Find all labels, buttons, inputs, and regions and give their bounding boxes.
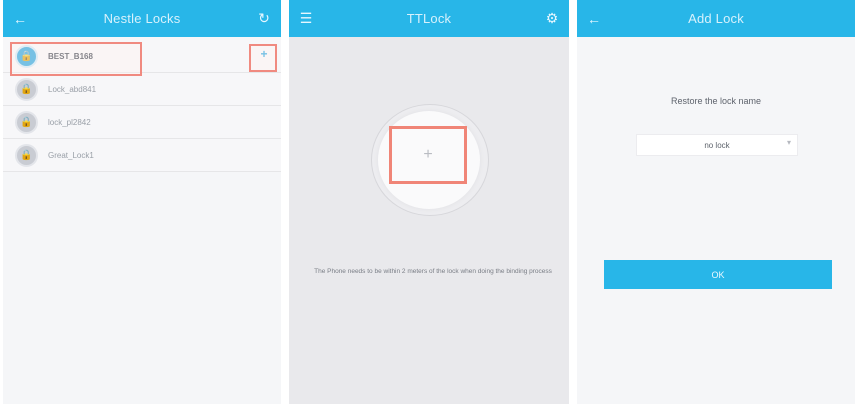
highlight-device <box>10 42 142 76</box>
device-name: Great_Lock1 <box>48 150 94 160</box>
page-title: Add Lock <box>688 11 744 26</box>
lock-icon: 🔒 <box>15 110 38 134</box>
top-bar: ☰ TTLock ⚙ <box>289 0 569 37</box>
page-title: Nestle Locks <box>103 11 181 26</box>
binding-hint: The Phone needs to be within 2 meters of… <box>314 268 552 275</box>
prompt-text: Restore the lock name <box>670 96 762 106</box>
list-item[interactable]: 🔒 Lock_abd841 <box>3 73 281 106</box>
ttlock-home-screen: ☰ TTLock ⚙ + The Phone needs to be withi… <box>289 0 569 404</box>
list-item[interactable]: 🔒 lock_pl2842 <box>3 106 281 139</box>
select-value: no lock <box>704 140 730 150</box>
menu-icon[interactable]: ☰ <box>291 0 321 37</box>
add-lock-button[interactable]: + <box>389 126 467 184</box>
list-item[interactable]: 🔒 Great_Lock1 <box>3 139 281 172</box>
back-arrow-icon[interactable]: ← <box>579 0 609 37</box>
highlight-add <box>249 44 277 72</box>
settings-icon[interactable]: ⚙ <box>537 0 567 37</box>
lock-icon: 🔒 <box>15 77 38 101</box>
back-arrow-icon[interactable]: ← <box>5 0 35 37</box>
device-name: Lock_abd841 <box>48 84 97 94</box>
page-title: TTLock <box>406 11 452 26</box>
top-bar: ← Nestle Locks ↻ <box>3 0 281 37</box>
add-lock-screen: ← Add Lock Restore the lock name no lock… <box>577 0 855 404</box>
top-bar: ← Add Lock <box>577 0 855 37</box>
device-name: lock_pl2842 <box>48 117 91 127</box>
lock-icon: 🔒 <box>15 143 38 167</box>
lock-list-screen: ← Nestle Locks ↻ 🔒 BEST_B168 + 🔒 Lock_ab… <box>3 0 281 404</box>
refresh-icon[interactable]: ↻ <box>249 0 279 37</box>
chevron-down-icon: ▾ <box>786 138 791 147</box>
ok-button[interactable]: OK <box>604 260 832 289</box>
lock-name-select[interactable]: no lock ▾ <box>636 134 798 156</box>
